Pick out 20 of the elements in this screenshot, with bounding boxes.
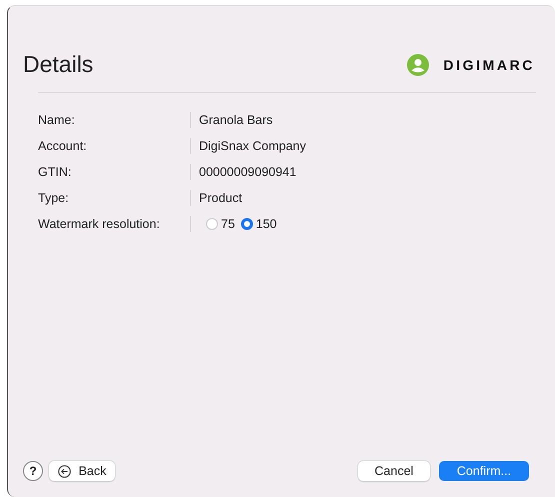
- field-value: 00000009090941: [199, 165, 296, 179]
- help-button[interactable]: ?: [23, 461, 43, 481]
- radio-button[interactable]: [240, 218, 253, 230]
- field-label: GTIN:: [38, 165, 72, 179]
- field-label: Name:: [38, 113, 76, 127]
- confirm-button[interactable]: Confirm...: [439, 461, 529, 481]
- field-label: Watermark resolution:: [38, 217, 161, 231]
- radio-option[interactable]: 150: [240, 217, 277, 231]
- back-button[interactable]: Back: [49, 461, 115, 481]
- field-value: Granola Bars: [199, 113, 273, 127]
- field-label: Type:: [38, 191, 70, 205]
- cancel-button[interactable]: Cancel: [358, 461, 430, 481]
- field-label: Account:: [38, 139, 88, 153]
- radio-button[interactable]: [206, 218, 218, 230]
- brand-logo: DIGIMARC: [443, 56, 535, 72]
- field-value: DigiSnax Company: [199, 139, 306, 153]
- radio-option[interactable]: 75: [206, 217, 235, 231]
- dialog-title: Details: [23, 51, 94, 78]
- field-value: Product: [199, 191, 242, 205]
- user-icon: [407, 54, 430, 76]
